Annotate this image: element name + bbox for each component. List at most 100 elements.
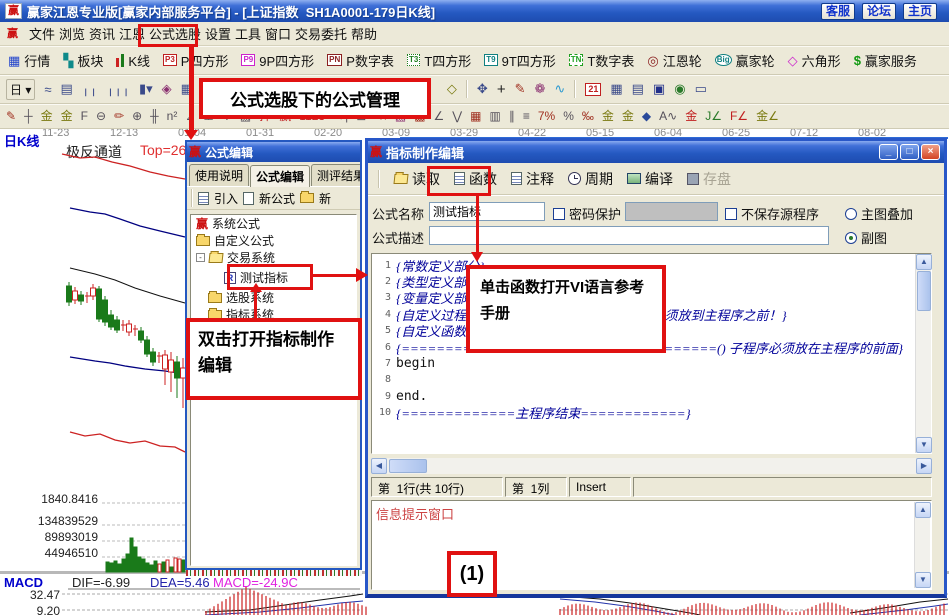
main-overlay-radio[interactable] [845, 208, 857, 220]
gann-wheel-button[interactable]: ◎江恩轮 [647, 51, 701, 70]
tree-item-stock-select[interactable]: 选股系统 [191, 289, 356, 306]
t9-square-button[interactable]: T99T四方形 [484, 51, 556, 70]
draw-tool-icon[interactable]: ≡ [523, 109, 530, 123]
draw-tool-icon[interactable]: A∿ [659, 109, 677, 123]
scroll-down-icon[interactable]: ▼ [915, 572, 931, 588]
memo-icon[interactable]: ▤ [632, 81, 644, 97]
draw-tool-icon[interactable]: % [563, 109, 574, 123]
tab-usage[interactable]: 使用说明 [189, 164, 249, 186]
trendline-icon[interactable]: ✎ [515, 81, 526, 97]
menu-settings[interactable]: 设置 [205, 22, 231, 45]
main-overlay-field[interactable]: 主图叠加 [845, 204, 913, 223]
menu-window[interactable]: 窗口 [265, 22, 291, 45]
collapse-icon[interactable]: - [196, 253, 205, 262]
menu-news[interactable]: 资讯 [89, 22, 115, 45]
net-icon[interactable]: ◉ [674, 81, 685, 97]
winner-service-button[interactable]: $赢家服务 [854, 51, 917, 70]
new-formula-button[interactable]: 新公式 [259, 190, 295, 207]
indicator-edit-titlebar[interactable]: 赢 指标制作编辑 _ □ × [368, 141, 944, 163]
draw-tool-icon[interactable]: 金 [622, 109, 634, 123]
draw-tool-icon[interactable]: F∠ [730, 109, 748, 123]
workstation-icon[interactable]: ▭ [695, 81, 707, 97]
vertical-scrollbar[interactable]: ▲ ▼ [915, 254, 931, 453]
import-button[interactable]: 引入 [214, 190, 238, 207]
scroll-up-icon[interactable]: ▲ [915, 502, 931, 518]
draw-tool-icon[interactable]: ✏ [114, 109, 124, 123]
draw-tool-icon[interactable]: ✎ [6, 109, 16, 123]
quote-button[interactable]: ▦行情 [8, 51, 50, 70]
draw-tool-icon[interactable]: ‰ [582, 109, 594, 123]
hexagon-button[interactable]: ◇六角形 [788, 51, 841, 70]
draw-tool-icon[interactable]: ⊖ [96, 109, 106, 123]
wave-icon[interactable]: ∿ [554, 81, 565, 97]
tab-formula-edit[interactable]: 公式编辑 [250, 165, 310, 187]
forum-button[interactable]: 论坛 [862, 3, 896, 20]
service-button[interactable]: 客服 [821, 3, 855, 20]
draw-tool-icon[interactable]: F [81, 109, 88, 123]
pan-hand-icon[interactable]: ✥ [477, 81, 488, 97]
t-square-button[interactable]: T3T四方形 [407, 51, 471, 70]
menu-help[interactable]: 帮助 [351, 22, 377, 45]
close-button[interactable]: × [921, 144, 940, 160]
menu-file[interactable]: 文件 [29, 22, 55, 45]
bar3-chart-icon[interactable]: ╷╷ [82, 81, 98, 97]
t-table-button[interactable]: TNT数字表 [569, 51, 635, 70]
bar9-chart-icon[interactable]: ╷╷╷ [106, 81, 129, 97]
p-table-button[interactable]: PNP数字表 [327, 51, 394, 70]
comment-button[interactable]: 注释 [511, 169, 554, 189]
draw-tool-icon[interactable]: 金∠ [756, 109, 779, 123]
sector-button[interactable]: ▚板块 [63, 51, 103, 70]
period-dropdown[interactable]: 日 ▾ [6, 79, 35, 100]
draw-tool-icon[interactable]: ▥ [489, 109, 500, 123]
candle-period-icon[interactable]: ▮▾ [139, 81, 153, 97]
trend-chart-icon[interactable]: ≈ [44, 82, 51, 97]
winner-wheel-button[interactable]: Big赢家轮 [715, 51, 775, 70]
formula-desc-input[interactable] [429, 226, 829, 245]
draw-tool-icon[interactable]: 金 [685, 109, 697, 123]
titlebar[interactable]: 赢 赢家江恩专业版[赢家内部服务平台] - [上证指数 SH1A0001-179… [0, 0, 949, 22]
maximize-button[interactable]: □ [900, 144, 919, 160]
scroll-down-icon[interactable]: ▼ [916, 437, 932, 453]
calendar-icon[interactable]: 21 [585, 83, 601, 96]
kline-button[interactable]: K线 [116, 51, 150, 70]
new-group-button[interactable]: 新 [319, 190, 331, 207]
nosave-checkbox[interactable] [725, 208, 737, 220]
draw-tool-icon[interactable]: 7% [538, 109, 555, 123]
horizontal-scrollbar[interactable]: ◀ ▶ [371, 458, 932, 474]
menu-browse[interactable]: 浏览 [59, 22, 85, 45]
sub-chart-field[interactable]: 副图 [845, 228, 887, 247]
scroll-up-icon[interactable]: ▲ [916, 254, 932, 270]
draw-tool-icon[interactable]: ⊕ [132, 109, 142, 123]
draw-tool-icon[interactable]: ╫ [150, 109, 159, 123]
nosave-source-field[interactable]: 不保存源程序 [725, 204, 819, 223]
draw-tool-icon[interactable]: 金 [602, 109, 614, 123]
vertical-scrollbar[interactable]: ▲ ▼ [914, 502, 930, 588]
save-button[interactable]: 存盘 [687, 169, 731, 189]
sub-chart-radio[interactable] [845, 232, 857, 244]
draw-tool-icon[interactable]: ┼ [24, 109, 33, 123]
calculator-icon[interactable]: ▦ [610, 81, 622, 97]
period-button[interactable]: 周期 [568, 169, 613, 189]
clipboard-icon[interactable]: ▤ [61, 81, 73, 97]
tree-item-system[interactable]: 赢系统公式 [191, 215, 356, 232]
tab-test-result[interactable]: 测评结果 [311, 164, 362, 186]
p9-square-button[interactable]: P99P四方形 [241, 51, 314, 70]
save-icon[interactable]: ▣ [653, 81, 665, 97]
draw-tool-icon[interactable]: ∥ [509, 109, 515, 123]
formula-name-input[interactable] [429, 202, 545, 221]
draw-tool-icon[interactable]: n² [167, 109, 178, 123]
draw-tool-icon[interactable]: 金 [61, 109, 73, 123]
draw-tool-icon[interactable]: ⋁ [452, 109, 462, 123]
draw-tool-icon[interactable]: ∠ [434, 109, 445, 123]
draw-tool-icon[interactable]: 金 [41, 109, 53, 123]
home-button[interactable]: 主页 [903, 3, 937, 20]
tree-item-custom[interactable]: 自定义公式 [191, 232, 356, 249]
formula-edit-titlebar[interactable]: 赢 公式编辑 [187, 142, 360, 162]
scroll-right-icon[interactable]: ▶ [916, 458, 932, 474]
password-protect-field[interactable]: 密码保护 [553, 204, 621, 223]
scroll-left-icon[interactable]: ◀ [371, 458, 387, 474]
scroll-thumb[interactable] [389, 459, 427, 473]
flower-icon[interactable]: ❁ [535, 81, 546, 97]
gann-shape-icon[interactable]: ◇ [447, 81, 457, 97]
draw-tool-icon[interactable]: ▦ [470, 109, 481, 123]
